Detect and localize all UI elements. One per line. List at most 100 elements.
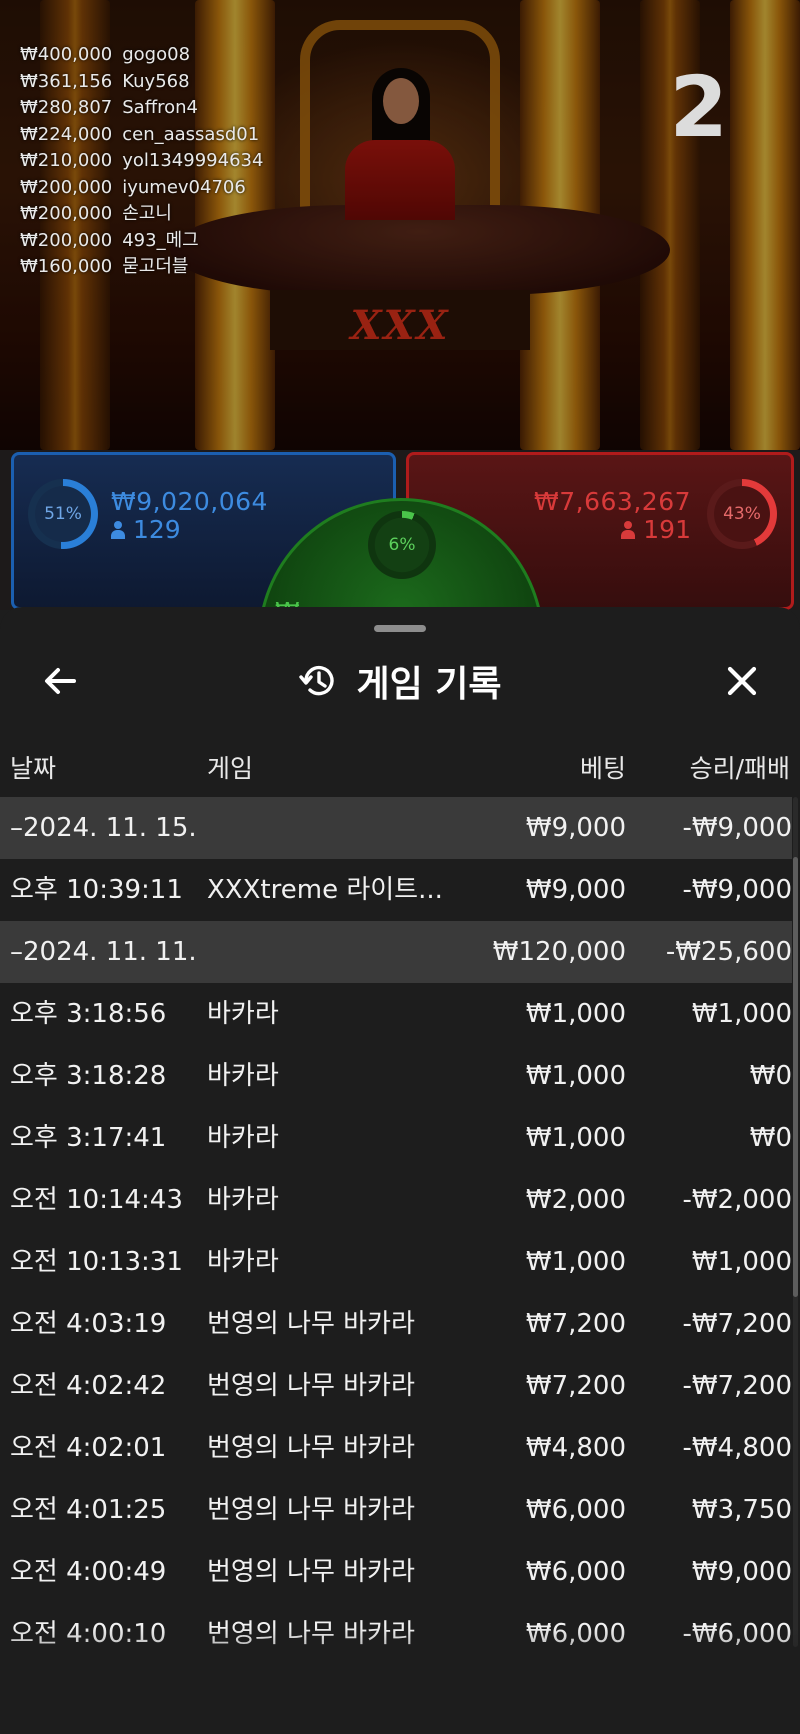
- winner-amount: ₩200,000: [20, 229, 113, 251]
- bet-area: 51% ₩9,020,064 129 43% ₩7,663,267 191 6%…: [0, 450, 800, 784]
- winner-entry: ₩200,000 iyumev04706: [20, 175, 263, 202]
- sheet-drag-handle[interactable]: [374, 625, 426, 632]
- tie-percent-ring: 6%: [368, 511, 436, 579]
- row-result: ₩9,000: [691, 1557, 792, 1587]
- winner-name: 손고니: [122, 203, 172, 224]
- winner-entry: ₩224,000 cen_aassasd01: [20, 122, 263, 149]
- history-row[interactable]: 오후 3:18:28 바카라 ₩1,000 ₩0: [0, 1045, 792, 1107]
- date-group-row[interactable]: –2024. 11. 11. ₩120,000 -₩25,600: [0, 921, 792, 983]
- winner-name: iyumev04706: [122, 176, 246, 198]
- row-date: 오전 4:01:25: [10, 1495, 167, 1525]
- row-date: 오후 10:39:11: [10, 875, 183, 905]
- winner-name: cen_aassasd01: [122, 123, 260, 145]
- row-result: ₩0: [749, 1123, 792, 1153]
- winner-amount: ₩210,000: [20, 150, 113, 171]
- history-row[interactable]: 오후 10:39:11 XXXtreme 라이트... ₩9,000 -₩9,000: [0, 859, 792, 921]
- winner-name: yol1349994634: [122, 150, 264, 171]
- row-date: 오후 3:18:56: [10, 999, 167, 1029]
- game-history-sheet: 게임 기록 날짜 게임 베팅 승리/패배 –2024. 11. 15. ₩9,00…: [0, 607, 800, 1734]
- bottom-fade: [0, 1627, 800, 1734]
- row-game: XXXtreme 라이트...: [207, 875, 443, 905]
- banker-bet-amount: ₩7,663,267: [534, 487, 691, 516]
- history-row[interactable]: 오전 10:14:43 바카라 ₩2,000 -₩2,000: [0, 1169, 792, 1231]
- banker-bettor-count: 191: [621, 515, 691, 544]
- player-count-value: 129: [133, 515, 181, 544]
- history-row[interactable]: 오전 4:02:01 번영의 나무 바카라 ₩4,800 -₩4,800: [0, 1417, 792, 1479]
- row-game: 바카라: [207, 1247, 279, 1277]
- history-row[interactable]: 오후 3:18:56 바카라 ₩1,000 ₩1,000: [0, 983, 792, 1045]
- row-result: -₩7,200: [682, 1309, 792, 1339]
- row-date: 오전 10:14:43: [10, 1185, 183, 1215]
- row-game: 바카라: [207, 1123, 279, 1153]
- row-result: ₩1,000: [691, 1247, 792, 1277]
- history-row[interactable]: 오후 3:17:41 바카라 ₩1,000 ₩0: [0, 1107, 792, 1169]
- row-result: ₩3,750: [691, 1495, 792, 1525]
- winner-name: Saffron4: [122, 97, 198, 118]
- row-game: 번영의 나무 바카라: [207, 1309, 415, 1339]
- column-header-bet: 베팅: [579, 754, 626, 783]
- history-row[interactable]: 오전 4:01:25 번영의 나무 바카라 ₩6,000 ₩3,750: [0, 1479, 792, 1541]
- winner-amount: ₩160,000: [20, 256, 113, 277]
- row-game: 바카라: [207, 1185, 279, 1215]
- row-bet: ₩7,200: [525, 1309, 626, 1339]
- row-bet: ₩6,000: [525, 1557, 626, 1587]
- person-icon: [621, 521, 636, 539]
- history-row[interactable]: 오전 10:13:31 바카라 ₩1,000 ₩1,000: [0, 1231, 792, 1293]
- row-bet: ₩9,000: [525, 875, 626, 905]
- row-bet: ₩1,000: [525, 999, 626, 1029]
- banker-percent-ring: 43%: [707, 479, 777, 549]
- row-bet: ₩6,000: [525, 1495, 626, 1525]
- row-result: -₩9,000: [682, 875, 792, 905]
- sheet-header: 게임 기록: [0, 643, 800, 719]
- row-bet: ₩1,000: [525, 1061, 626, 1091]
- winner-amount: ₩280,807: [20, 97, 113, 118]
- row-result: ₩0: [749, 1061, 792, 1091]
- winner-name: Kuy568: [122, 70, 190, 92]
- row-date: 오후 3:18:28: [10, 1061, 167, 1091]
- row-game: 번영의 나무 바카라: [207, 1371, 415, 1401]
- winner-name: 묻고더블: [122, 256, 189, 277]
- row-bet: ₩4,800: [525, 1433, 626, 1463]
- winner-entry: ₩200,000 손고니: [20, 201, 263, 228]
- winner-entry: ₩200,000 493_메그: [20, 228, 263, 255]
- winner-entry: ₩280,807 Saffron4: [20, 95, 263, 122]
- winner-amount: ₩400,000: [20, 44, 113, 65]
- live-video: XXX ₩400,000 gogo08 ₩361,156 Kuy568 ₩280,807…: [0, 0, 800, 450]
- row-result: ₩1,000: [691, 999, 792, 1029]
- row-date: 오전 4:00:49: [10, 1557, 167, 1587]
- row-game: 번영의 나무 바카라: [207, 1557, 415, 1587]
- row-game: 바카라: [207, 1061, 279, 1091]
- row-game: 번영의 나무 바카라: [207, 1495, 415, 1525]
- banker-count-value: 191: [643, 515, 691, 544]
- winner-name: 493_메그: [122, 229, 199, 251]
- scrollbar-thumb[interactable]: [793, 857, 798, 1297]
- close-icon: [727, 666, 757, 696]
- row-date: 오전 4:02:01: [10, 1433, 167, 1463]
- row-bet: ₩9,000: [525, 813, 626, 843]
- winner-amount: ₩200,000: [20, 203, 113, 224]
- person-icon: [111, 521, 125, 539]
- winner-name: gogo08: [122, 44, 191, 65]
- history-row[interactable]: 오전 4:00:49 번영의 나무 바카라 ₩6,000 ₩9,000: [0, 1541, 792, 1603]
- row-result: -₩9,000: [682, 813, 792, 843]
- scrollbar[interactable]: [793, 797, 798, 1647]
- recent-winners-list: ₩400,000 gogo08 ₩361,156 Kuy568 ₩280,807 Saff…: [20, 42, 263, 281]
- row-game: 번영의 나무 바카라: [207, 1433, 415, 1463]
- player-bet-amount: ₩9,020,064: [111, 487, 268, 516]
- row-date: 오전 4:03:19: [10, 1309, 167, 1339]
- history-row[interactable]: 오전 4:02:42 번영의 나무 바카라 ₩7,200 -₩7,200: [0, 1355, 792, 1417]
- column-header-game: 게임: [207, 754, 254, 783]
- row-result: -₩7,200: [682, 1371, 792, 1401]
- sheet-title-group: 게임 기록: [0, 643, 800, 719]
- close-button[interactable]: [718, 657, 766, 705]
- winner-entry: ₩210,000 yol1349994634: [20, 148, 263, 175]
- row-date: –2024. 11. 15.: [10, 813, 197, 843]
- row-bet: ₩7,200: [525, 1371, 626, 1401]
- date-group-row[interactable]: –2024. 11. 15. ₩9,000 -₩9,000: [0, 797, 792, 859]
- history-row[interactable]: 오전 4:03:19 번영의 나무 바카라 ₩7,200 -₩7,200: [0, 1293, 792, 1355]
- row-date: 오전 4:02:42: [10, 1371, 167, 1401]
- winner-amount: ₩224,000: [20, 123, 113, 145]
- row-result: -₩2,000: [682, 1185, 792, 1215]
- column-header-date: 날짜: [10, 754, 57, 783]
- round-number: 2: [669, 58, 728, 156]
